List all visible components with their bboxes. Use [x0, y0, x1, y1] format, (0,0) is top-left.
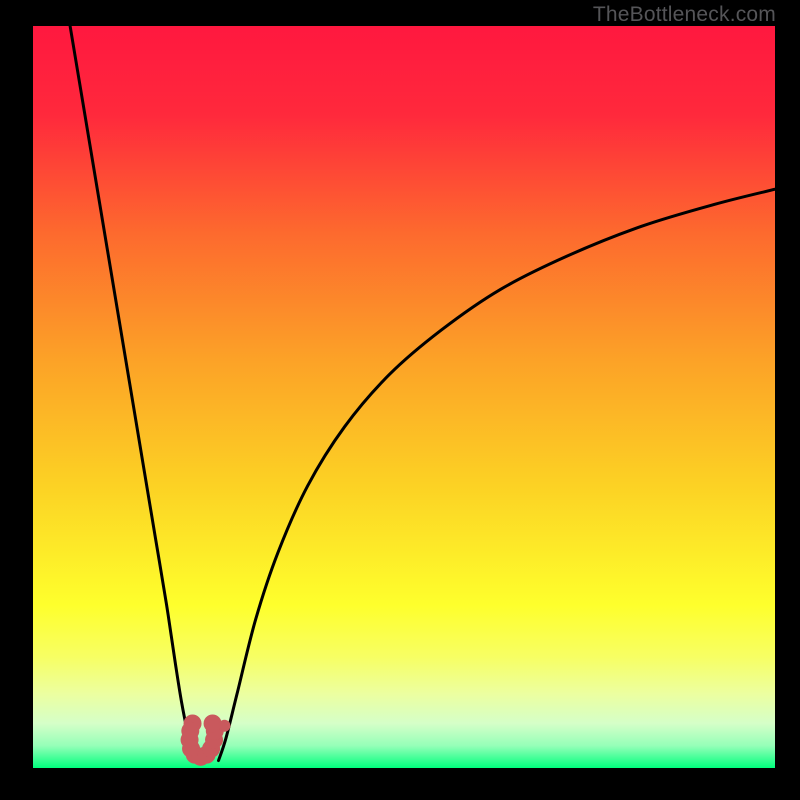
gradient-background: [33, 26, 775, 768]
chart-svg: [33, 26, 775, 768]
marker-dot: [204, 714, 222, 732]
marker-dot: [218, 720, 230, 732]
chart-frame: TheBottleneck.com: [0, 0, 800, 800]
watermark-text: TheBottleneck.com: [593, 3, 776, 27]
plot-area: [33, 26, 775, 768]
